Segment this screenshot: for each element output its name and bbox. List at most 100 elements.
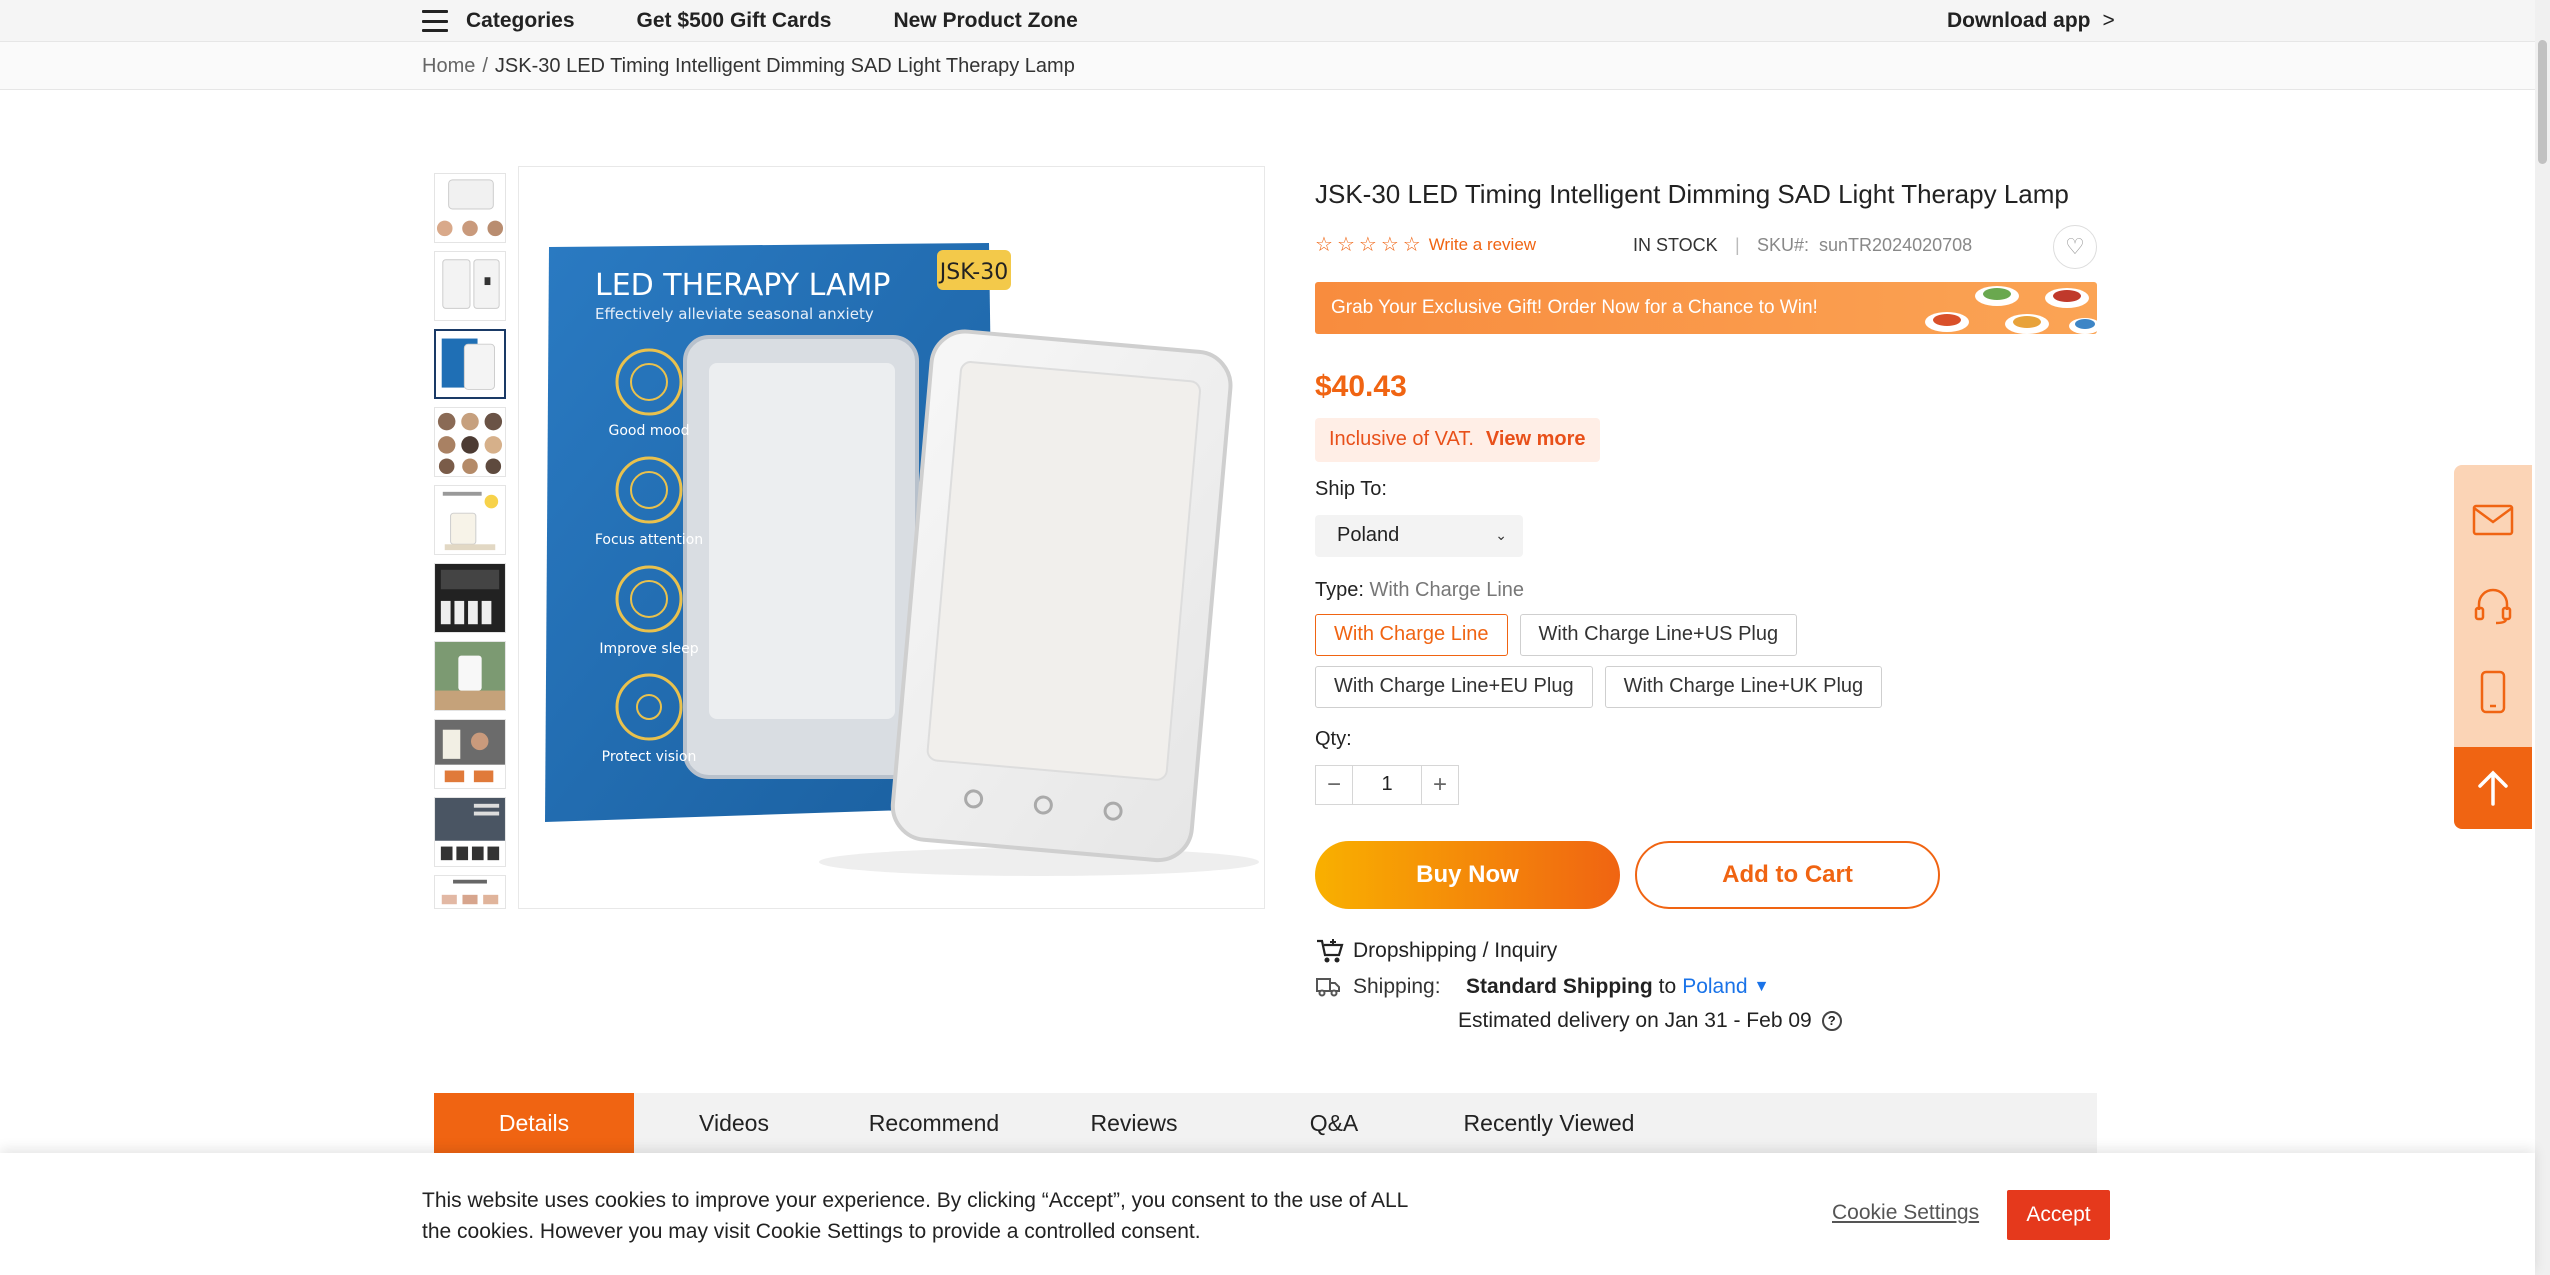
ship-to-value: Poland	[1337, 524, 1400, 547]
breadcrumb-home[interactable]: Home	[422, 55, 475, 78]
main-product-image[interactable]: JSK-30 LED THERAPY LAMP Effectively alle…	[518, 166, 1265, 909]
chevron-down-icon[interactable]: ▼	[1754, 978, 1770, 996]
tab-recently-viewed[interactable]: Recently Viewed	[1434, 1093, 1664, 1153]
add-to-cart-button[interactable]: Add to Cart	[1635, 840, 1940, 909]
thumbnail-image[interactable]	[434, 797, 506, 867]
vat-view-more-link[interactable]: View more	[1486, 428, 1586, 451]
thumbnail-image[interactable]	[434, 875, 506, 909]
shipping-to-word: to	[1658, 974, 1677, 998]
thumbnail-image[interactable]	[434, 251, 506, 321]
scrollbar-thumb[interactable]	[2538, 40, 2547, 164]
qty-input[interactable]: 1	[1353, 764, 1421, 805]
headset-icon[interactable]	[2454, 563, 2532, 649]
tab-qa[interactable]: Q&A	[1234, 1093, 1434, 1153]
dropshipping-label: Dropshipping / Inquiry	[1353, 938, 1558, 962]
star-icon: ☆	[1358, 233, 1377, 256]
star-icon: ☆	[1380, 233, 1399, 256]
purchase-actions: Buy Now Add to Cart	[1315, 840, 2097, 909]
type-row: Type: With Charge Line	[1315, 579, 2097, 602]
vat-notice: Inclusive of VAT. View more	[1315, 417, 1600, 462]
shipping-row: Shipping: Standard Shipping to Poland ▼	[1315, 975, 2097, 999]
nav-categories[interactable]: Categories	[466, 9, 575, 33]
truck-icon	[1316, 977, 1340, 997]
product-photo: JSK-30 LED THERAPY LAMP Effectively alle…	[519, 167, 1264, 908]
accept-button[interactable]: Accept	[2007, 1190, 2110, 1240]
breadcrumb: Home / JSK-30 LED Timing Intelligent Dim…	[422, 42, 1075, 90]
option-with-charge-line-us-plug[interactable]: With Charge Line+US Plug	[1519, 613, 1798, 656]
star-icon: ☆	[1336, 233, 1355, 256]
option-with-charge-line[interactable]: With Charge Line	[1315, 613, 1508, 656]
product-title: JSK-30 LED Timing Intelligent Dimming SA…	[1315, 179, 2069, 209]
floating-contact-group	[2454, 465, 2532, 747]
product-meta: ☆ ☆ ☆ ☆ ☆ Write a review IN STOCK | SKU#…	[1315, 220, 2097, 270]
thumbnail-list	[434, 173, 506, 917]
thumbnail-image[interactable]	[434, 173, 506, 243]
product-info: JSK-30 LED Timing Intelligent Dimming SA…	[1315, 166, 2097, 1033]
nav-new-product-zone[interactable]: New Product Zone	[893, 9, 1077, 33]
estimated-delivery: Estimated delivery on Jan 31 - Feb 09 ?	[1458, 1009, 2097, 1033]
star-icon: ☆	[1315, 233, 1333, 256]
dropshipping-inquiry-link[interactable]: Dropshipping / Inquiry	[1315, 937, 2097, 965]
rating-stars: ☆ ☆ ☆ ☆ ☆	[1315, 235, 1421, 255]
shipping-label: Shipping:	[1353, 974, 1441, 998]
tab-reviews[interactable]: Reviews	[1034, 1093, 1234, 1153]
phone-icon[interactable]	[2454, 649, 2532, 735]
buy-now-button[interactable]: Buy Now	[1315, 840, 1620, 909]
box-subtitle-text: Effectively alleviate seasonal anxiety	[595, 305, 874, 323]
cart-icon	[1317, 938, 1344, 963]
box-title-text: LED THERAPY LAMP	[595, 268, 891, 303]
download-app-link[interactable]: Download app >	[1947, 0, 2115, 42]
sku-label: SKU#:	[1757, 234, 1810, 255]
chevron-down-icon: ⌄	[1495, 527, 1507, 544]
qty-decrease-button[interactable]: −	[1315, 764, 1353, 805]
feature-label: Improve sleep	[599, 641, 698, 657]
tab-recommend[interactable]: Recommend	[834, 1093, 1034, 1153]
sku-value: sunTR2024020708	[1819, 234, 1973, 255]
ship-to-label: Ship To:	[1315, 477, 1387, 500]
thumbnail-image[interactable]	[434, 407, 506, 477]
qty-increase-button[interactable]: +	[1421, 764, 1459, 805]
shipping-country-select[interactable]: Poland	[1682, 975, 1747, 999]
cookie-banner: This website uses cookies to improve you…	[0, 1153, 2535, 1275]
promo-text: Grab Your Exclusive Gift! Order Now for …	[1331, 296, 1818, 318]
breadcrumb-separator: /	[482, 54, 488, 77]
thumbnail-image[interactable]	[434, 719, 506, 789]
ship-to-select[interactable]: Poland ⌄	[1315, 514, 1523, 557]
quantity-stepper: − 1 +	[1315, 764, 2097, 805]
cookie-settings-link[interactable]: Cookie Settings	[1832, 1201, 1979, 1225]
promo-banner[interactable]: Grab Your Exclusive Gift! Order Now for …	[1315, 281, 2097, 334]
tab-details[interactable]: Details	[434, 1093, 634, 1153]
chevron-right-icon: >	[2102, 9, 2115, 32]
page-scrollbar[interactable]	[2535, 0, 2550, 1275]
type-value: With Charge Line	[1369, 578, 1525, 601]
option-with-charge-line-eu-plug[interactable]: With Charge Line+EU Plug	[1315, 665, 1593, 708]
sku-info: SKU#: sunTR2024020708	[1757, 235, 1972, 256]
tab-videos[interactable]: Videos	[634, 1093, 834, 1153]
hamburger-icon[interactable]	[422, 10, 448, 32]
feature-label: Focus attention	[595, 532, 703, 548]
thumbnail-image[interactable]	[434, 329, 506, 399]
box-badge-text: JSK-30	[938, 260, 1009, 285]
thumbnail-image[interactable]	[434, 485, 506, 555]
mail-icon[interactable]	[2454, 477, 2532, 563]
top-nav: Categories Get $500 Gift Cards New Produ…	[0, 0, 2535, 42]
floating-sidebar	[2454, 465, 2532, 829]
product-price: $40.43	[1315, 369, 1407, 403]
cookie-text: This website uses cookies to improve you…	[422, 1189, 1408, 1243]
option-with-charge-line-uk-plug[interactable]: With Charge Line+UK Plug	[1604, 665, 1883, 708]
feature-label: Protect vision	[602, 749, 697, 765]
shipping-method: Standard Shipping	[1466, 974, 1653, 998]
arrow-up-icon[interactable]	[2454, 747, 2532, 829]
write-review-link[interactable]: Write a review	[1429, 235, 1536, 255]
meta-divider: |	[1735, 234, 1740, 255]
thumbnail-image[interactable]	[434, 563, 506, 633]
type-label: Type:	[1315, 578, 1364, 601]
star-icon: ☆	[1402, 233, 1421, 256]
breadcrumb-current: JSK-30 LED Timing Intelligent Dimming SA…	[494, 54, 1075, 77]
question-icon[interactable]: ?	[1821, 1010, 1842, 1031]
heart-icon[interactable]: ♡	[2053, 224, 2097, 269]
vat-label: Inclusive of VAT.	[1329, 428, 1474, 451]
thumbnail-image[interactable]	[434, 641, 506, 711]
nav-gift-cards[interactable]: Get $500 Gift Cards	[637, 9, 832, 33]
stock-status: IN STOCK	[1633, 234, 1718, 255]
